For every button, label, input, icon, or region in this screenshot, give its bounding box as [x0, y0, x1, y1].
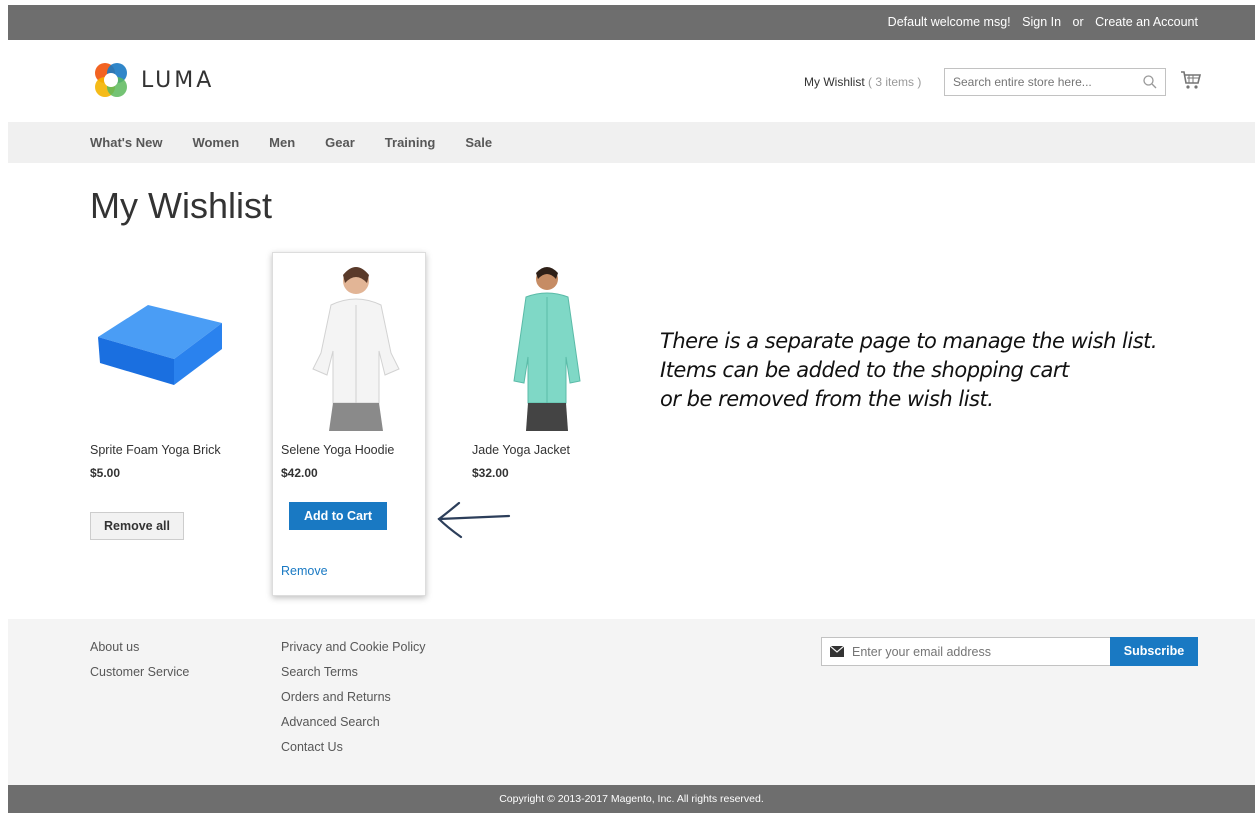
newsletter-box — [821, 637, 1111, 666]
remove-link[interactable]: Remove — [281, 564, 328, 578]
or-text: or — [1072, 15, 1084, 29]
top-links: Default welcome msg! Sign In or Create a… — [880, 15, 1198, 29]
search-icon[interactable] — [1142, 74, 1158, 90]
wishlist-link[interactable]: My Wishlist ( 3 items ) — [804, 75, 921, 89]
copyright-bar: Copyright © 2013-2017 Magento, Inc. All … — [8, 785, 1255, 813]
site-header: LUMA My Wishlist ( 3 items ) — [8, 40, 1255, 122]
nav-item-gear[interactable]: Gear — [325, 135, 355, 150]
subscribe-button[interactable]: Subscribe — [1110, 637, 1198, 666]
wishlist-link-label: My Wishlist — [804, 75, 865, 89]
annotation-line: or be removed from the wish list. — [660, 387, 994, 411]
main-nav: What's New Women Men Gear Training Sale — [8, 122, 1255, 163]
annotation-line: There is a separate page to manage the w… — [660, 329, 1158, 353]
page-frame: Default welcome msg! Sign In or Create a… — [8, 5, 1255, 813]
product-price: $32.00 — [472, 466, 509, 480]
cart-icon[interactable] — [1180, 69, 1202, 91]
top-bar: Default welcome msg! Sign In or Create a… — [8, 5, 1255, 40]
site-footer: About us Customer Service Privacy and Co… — [8, 619, 1255, 785]
product-image-yoga-brick[interactable] — [90, 253, 240, 433]
wishlist-count: ( 3 items ) — [868, 75, 922, 89]
footer-link[interactable]: Advanced Search — [281, 715, 426, 740]
search-input[interactable] — [945, 69, 1141, 95]
product-image-hoodie[interactable] — [281, 253, 431, 433]
create-account-link[interactable]: Create an Account — [1095, 15, 1198, 29]
footer-links-col2: Privacy and Cookie Policy Search Terms O… — [281, 640, 426, 765]
sign-in-link[interactable]: Sign In — [1022, 15, 1061, 29]
footer-links-col1: About us Customer Service — [90, 640, 189, 690]
footer-link[interactable]: Search Terms — [281, 665, 426, 690]
product-name[interactable]: Jade Yoga Jacket — [472, 443, 570, 457]
nav-item-whats-new[interactable]: What's New — [90, 135, 162, 150]
annotation-line: Items can be added to the shopping cart — [660, 358, 1069, 382]
remove-all-button[interactable]: Remove all — [90, 512, 184, 540]
logo-text: LUMA — [141, 67, 215, 93]
footer-link[interactable]: Privacy and Cookie Policy — [281, 640, 426, 665]
annotation-text: There is a separate page to manage the w… — [660, 327, 1220, 414]
footer-link[interactable]: Customer Service — [90, 665, 189, 690]
product-name[interactable]: Selene Yoga Hoodie — [281, 443, 394, 457]
product-name[interactable]: Sprite Foam Yoga Brick — [90, 443, 221, 457]
footer-link[interactable]: About us — [90, 640, 189, 665]
add-to-cart-button[interactable]: Add to Cart — [289, 502, 387, 530]
product-price: $5.00 — [90, 466, 121, 480]
arrow-left-icon — [437, 501, 511, 539]
welcome-message: Default welcome msg! — [887, 15, 1011, 29]
search-box — [944, 68, 1166, 96]
envelope-icon — [830, 646, 844, 657]
product-image-jacket[interactable] — [472, 253, 622, 433]
nav-item-sale[interactable]: Sale — [465, 135, 492, 150]
page-title: My Wishlist — [90, 185, 272, 226]
footer-link[interactable]: Contact Us — [281, 740, 426, 765]
product-price: $42.00 — [281, 466, 318, 480]
nav-item-women[interactable]: Women — [192, 135, 239, 150]
nav-item-men[interactable]: Men — [269, 135, 295, 150]
logo[interactable]: LUMA — [91, 62, 214, 98]
nav-item-training[interactable]: Training — [385, 135, 436, 150]
luma-logo-icon — [95, 63, 127, 97]
newsletter-email-input[interactable] — [852, 638, 1102, 665]
footer-link[interactable]: Orders and Returns — [281, 690, 426, 715]
